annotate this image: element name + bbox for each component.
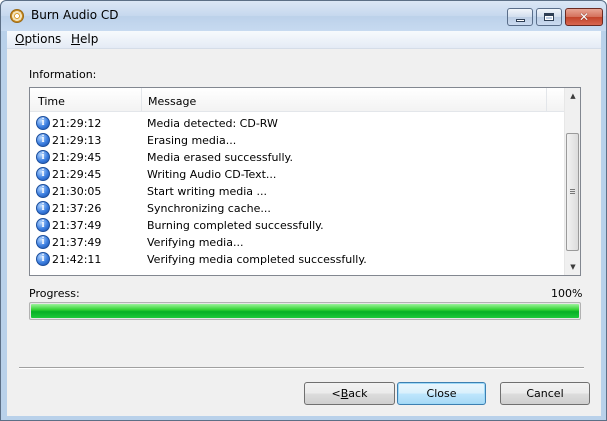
row-time: 21:29:45 bbox=[52, 151, 102, 164]
row-message: Erasing media... bbox=[147, 134, 237, 147]
row-message: Verifying media completed successfully. bbox=[147, 253, 367, 266]
minimize-icon bbox=[515, 18, 525, 22]
information-label: Information: bbox=[29, 68, 97, 81]
column-divider[interactable] bbox=[141, 88, 142, 112]
close-window-button[interactable]: ✕ bbox=[565, 8, 603, 26]
row-time: 21:42:11 bbox=[52, 253, 102, 266]
list-item[interactable]: i 21:29:45 Writing Audio CD-Text... bbox=[30, 166, 564, 183]
row-time: 21:29:13 bbox=[52, 134, 102, 147]
list-item[interactable]: i 21:29:12 Media detected: CD-RW bbox=[30, 115, 564, 132]
row-message: Start writing media ... bbox=[147, 185, 268, 198]
info-icon: i bbox=[36, 150, 50, 164]
column-header-message[interactable]: Message bbox=[148, 95, 196, 108]
row-time: 21:37:49 bbox=[52, 219, 102, 232]
info-icon: i bbox=[36, 116, 50, 130]
info-icon: i bbox=[36, 201, 50, 215]
info-icon: i bbox=[36, 252, 50, 266]
cd-icon bbox=[10, 9, 24, 23]
row-time: 21:37:26 bbox=[52, 202, 102, 215]
arrow-down-icon: ▼ bbox=[570, 263, 576, 271]
close-button[interactable]: Close bbox=[397, 382, 486, 405]
cancel-button[interactable]: Cancel bbox=[500, 382, 590, 405]
close-icon: ✕ bbox=[578, 10, 590, 24]
row-time: 21:37:49 bbox=[52, 236, 102, 249]
info-icon: i bbox=[36, 167, 50, 181]
arrow-up-icon: ▲ bbox=[570, 92, 576, 100]
row-message: Media erased successfully. bbox=[147, 151, 293, 164]
minimize-button[interactable] bbox=[507, 8, 533, 26]
grip-line bbox=[570, 191, 575, 192]
menu-options[interactable]: Options bbox=[13, 32, 63, 46]
info-icon: i bbox=[36, 184, 50, 198]
column-header-time[interactable]: Time bbox=[38, 95, 65, 108]
list-item[interactable]: i 21:37:26 Synchronizing cache... bbox=[30, 200, 564, 217]
title-bar[interactable]: Burn Audio CD ✕ bbox=[1, 1, 606, 31]
row-time: 21:29:12 bbox=[52, 117, 102, 130]
vertical-scrollbar[interactable]: ▲ ▼ bbox=[564, 88, 580, 275]
info-icon: i bbox=[36, 235, 50, 249]
list-header: Time Message bbox=[30, 88, 564, 112]
row-message: Verifying media... bbox=[147, 236, 244, 249]
progress-label: Progress: bbox=[29, 287, 80, 300]
scroll-down-button[interactable]: ▼ bbox=[565, 259, 581, 275]
maximize-icon bbox=[544, 13, 554, 21]
row-time: 21:29:45 bbox=[52, 168, 102, 181]
back-button[interactable]: < Back bbox=[304, 382, 395, 405]
list-rows: i 21:29:12 Media detected: CD-RW i 21:29:13 E… bbox=[30, 115, 564, 268]
grip-line bbox=[570, 193, 575, 194]
list-item[interactable]: i 21:29:13 Erasing media... bbox=[30, 132, 564, 149]
list-item[interactable]: i 21:30:05 Start writing media ... bbox=[30, 183, 564, 200]
list-item[interactable]: i 21:37:49 Burning completed successfully. bbox=[30, 217, 564, 234]
window-title: Burn Audio CD bbox=[31, 8, 119, 22]
list-item[interactable]: i 21:42:11 Verifying media completed succe… bbox=[30, 251, 564, 268]
menu-bar: Options Help bbox=[7, 31, 601, 49]
row-time: 21:30:05 bbox=[52, 185, 102, 198]
progress-bar bbox=[29, 302, 581, 320]
information-list[interactable]: Time Message i 21:29:12 Media detected: CD… bbox=[29, 87, 581, 276]
row-message: Burning completed successfully. bbox=[147, 219, 324, 232]
list-item[interactable]: i 21:29:45 Media erased successfully. bbox=[30, 149, 564, 166]
row-message: Writing Audio CD-Text... bbox=[147, 168, 277, 181]
list-item[interactable]: i 21:37:49 Verifying media... bbox=[30, 234, 564, 251]
scroll-up-button[interactable]: ▲ bbox=[565, 88, 581, 104]
grip-line bbox=[570, 189, 575, 190]
progress-fill bbox=[31, 304, 579, 318]
row-message: Media detected: CD-RW bbox=[147, 117, 278, 130]
dialog-client-area: Options Help Information: Time Message i… bbox=[7, 31, 601, 416]
menu-help[interactable]: Help bbox=[69, 32, 100, 46]
progress-percent: 100% bbox=[551, 287, 583, 300]
row-message: Synchronizing cache... bbox=[147, 202, 271, 215]
info-icon: i bbox=[36, 218, 50, 232]
info-icon: i bbox=[36, 133, 50, 147]
burn-audio-cd-window: Burn Audio CD ✕ Options Help Information… bbox=[0, 0, 607, 421]
column-divider[interactable] bbox=[546, 88, 547, 112]
maximize-button[interactable] bbox=[536, 8, 562, 26]
separator bbox=[19, 367, 584, 369]
scroll-thumb[interactable] bbox=[566, 133, 579, 251]
